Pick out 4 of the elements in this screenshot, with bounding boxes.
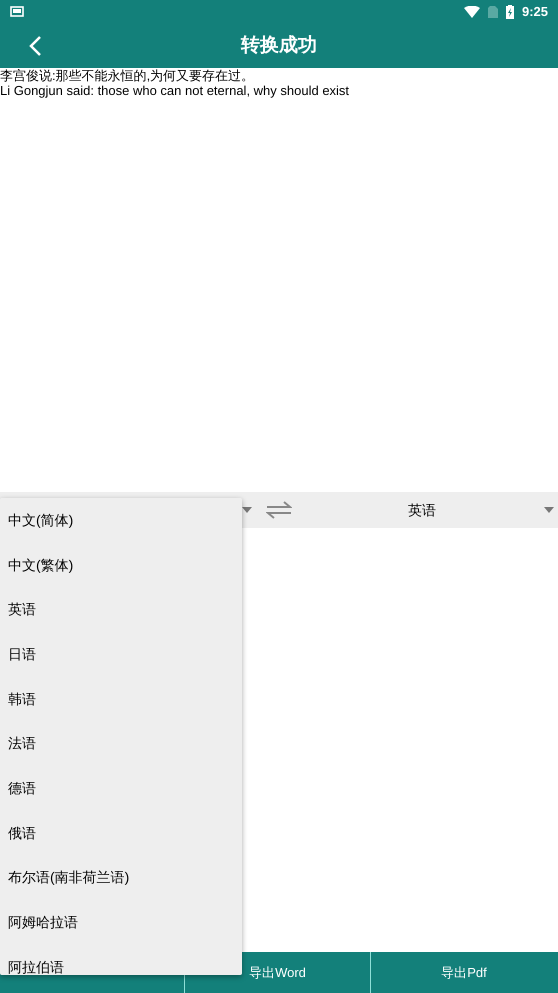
toolbar-title: 转换成功 bbox=[241, 34, 317, 58]
clock: 9:25 bbox=[522, 3, 548, 22]
source-text-line: 李宫俊说:那些不能永恒的,为何又要存在过。 bbox=[0, 68, 256, 83]
source-text-line: Li Gongjun said: those who can not eternal, why should exist bbox=[0, 83, 350, 98]
